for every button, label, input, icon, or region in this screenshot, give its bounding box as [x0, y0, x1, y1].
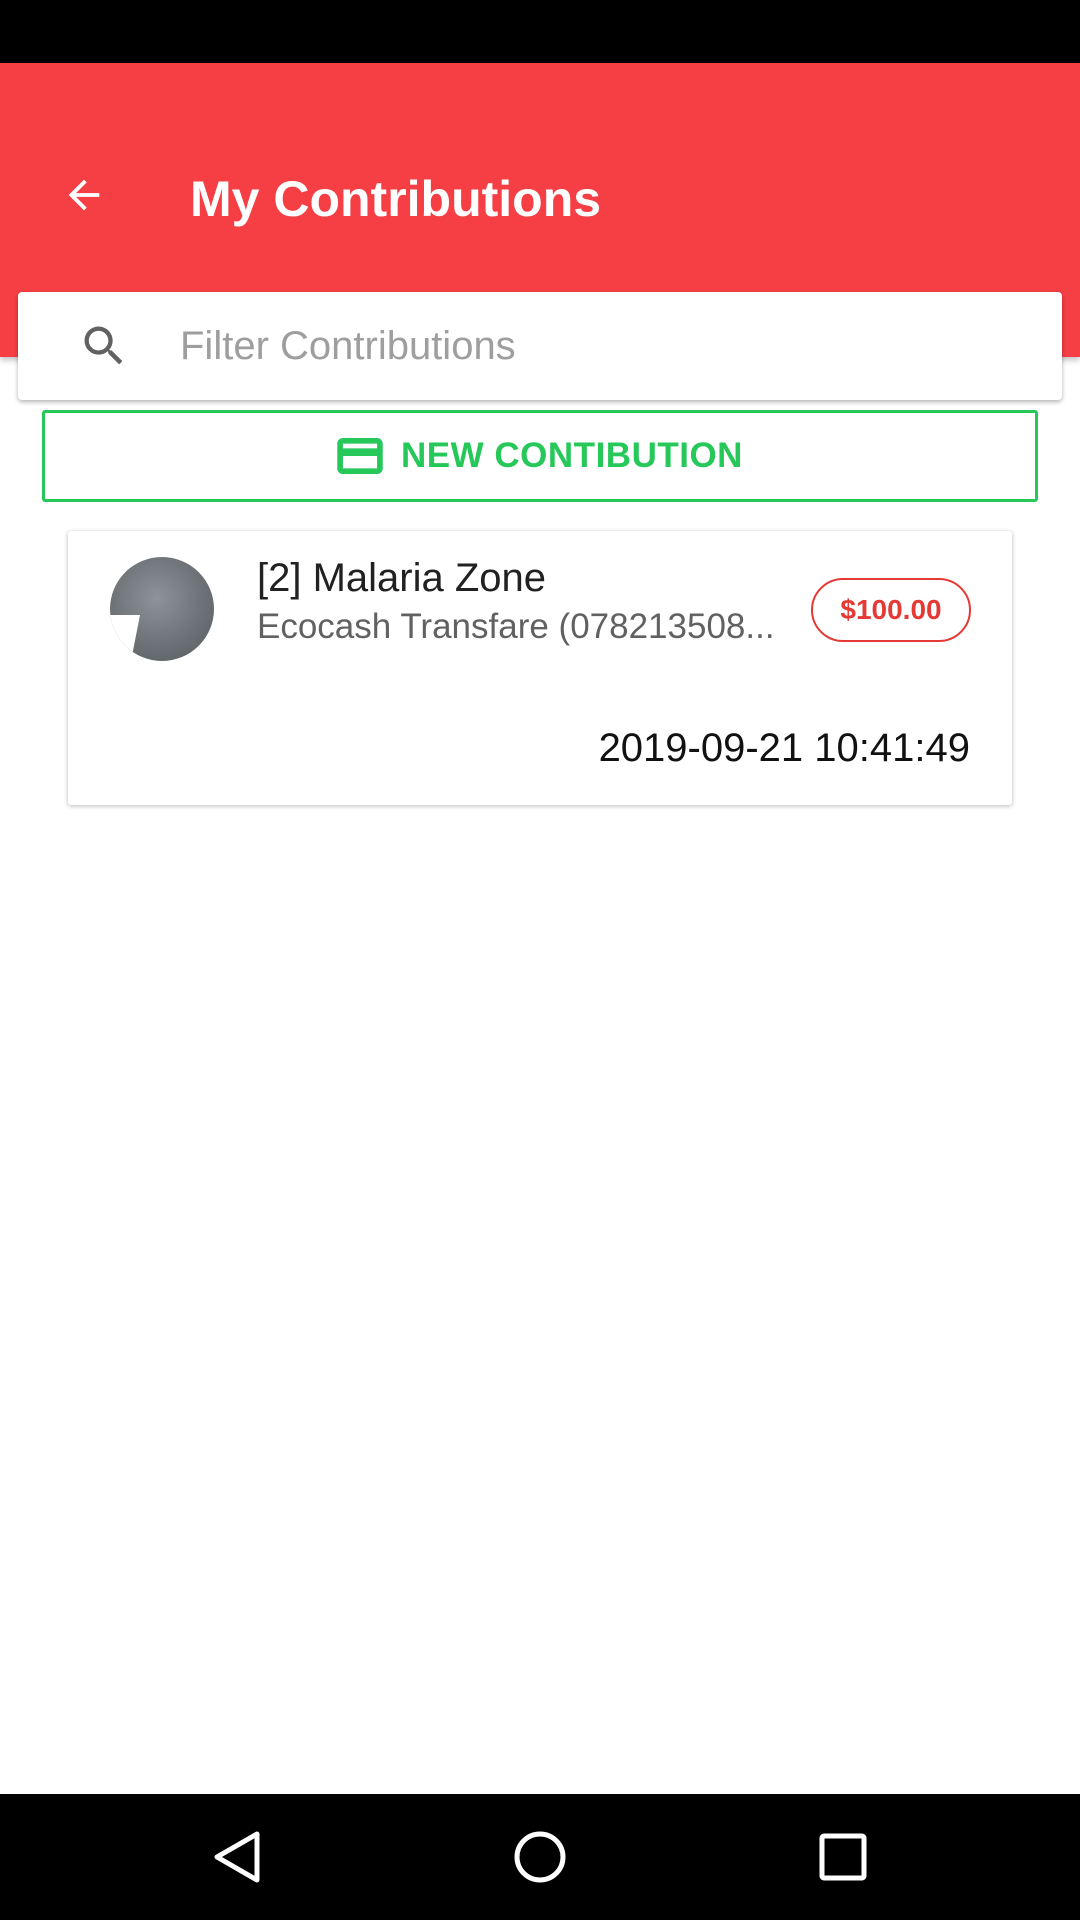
- app-header: My Contributions: [0, 63, 1080, 400]
- nav-recents-button[interactable]: [813, 1827, 873, 1887]
- credit-card-icon: [337, 438, 383, 474]
- nav-home-button[interactable]: [510, 1827, 570, 1887]
- new-contribution-label: NEW CONTIBUTION: [401, 436, 743, 475]
- new-contribution-button[interactable]: NEW CONTIBUTION: [42, 410, 1038, 502]
- status-bar: [0, 0, 1080, 63]
- arrow-back-icon: [68, 179, 100, 211]
- amount-badge: $100.00: [811, 578, 971, 642]
- contribution-subtitle: Ecocash Transfare (078213508...: [257, 607, 775, 646]
- nav-back-button[interactable]: [207, 1827, 267, 1887]
- contribution-date: 2019-09-21 10:41:49: [598, 726, 970, 770]
- back-triangle-icon: [214, 1831, 260, 1883]
- back-button[interactable]: [52, 163, 116, 227]
- avatar: [110, 557, 214, 661]
- search-icon: [84, 326, 123, 365]
- search-box[interactable]: [18, 292, 1062, 400]
- page-title: My Contributions: [190, 171, 602, 227]
- avatar-image-detail: [110, 615, 140, 661]
- home-circle-icon: [514, 1831, 566, 1883]
- search-input[interactable]: [180, 312, 1020, 380]
- recents-square-icon: [819, 1833, 867, 1881]
- navigation-bar: [0, 1794, 1080, 1920]
- contribution-card[interactable]: [2] Malaria Zone Ecocash Transfare (0782…: [68, 531, 1012, 805]
- contribution-title: [2] Malaria Zone: [257, 556, 547, 600]
